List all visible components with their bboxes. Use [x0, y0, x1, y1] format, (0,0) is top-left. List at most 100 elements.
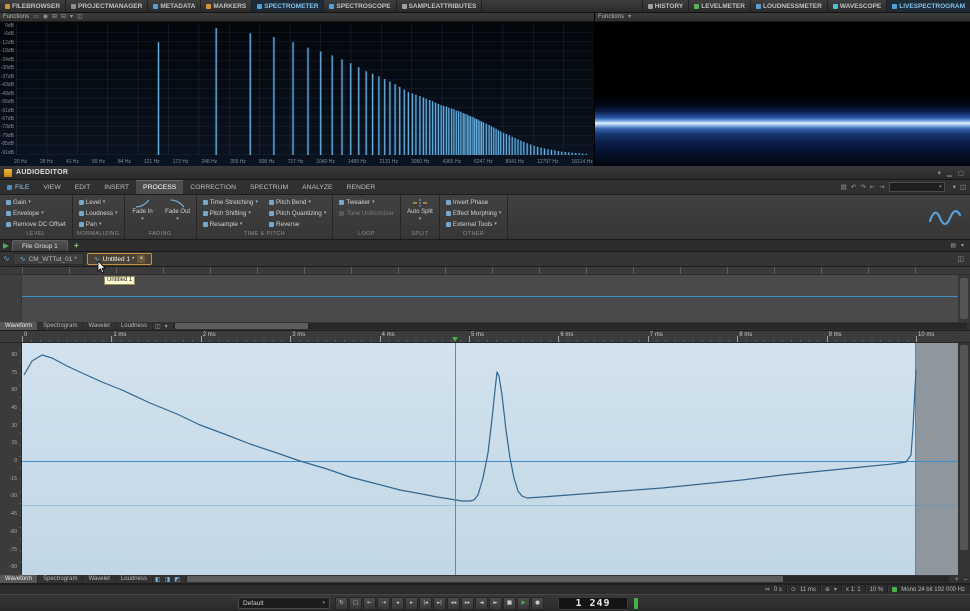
ribbon-button[interactable]: Pitch Bend ▾ [267, 197, 328, 207]
zoom-percent[interactable]: 10 % [870, 587, 884, 593]
view-option-icon[interactable]: ◫ [153, 322, 163, 330]
view-option-icon[interactable]: ▾ [163, 322, 170, 330]
overview-pane[interactable] [0, 267, 970, 322]
auto-split-button[interactable]: Auto Split ▾ [405, 197, 435, 229]
quick-access-icon[interactable]: ← [870, 183, 875, 191]
ribbon-tab[interactable]: EDIT [68, 180, 97, 194]
zoom-button[interactable]: + [952, 575, 961, 583]
zoom-ratio[interactable]: x 1: 1 [846, 587, 861, 593]
view-mode-icon[interactable]: ◧ [153, 575, 163, 583]
tool-tab[interactable]: HISTORY [642, 0, 689, 12]
ribbon-button[interactable]: Time Stretching ▾ [201, 197, 260, 207]
transport-button[interactable]: ▸▸ [461, 597, 474, 610]
file-group-option-icon[interactable]: ▤ [950, 243, 956, 249]
tool-tab[interactable]: METADATA [148, 0, 201, 12]
zoom-menu-icon[interactable]: ▾ [834, 586, 837, 593]
spectrometer-tool-icon[interactable]: ▭ [33, 14, 39, 20]
transport-button[interactable]: ↻ [335, 597, 348, 610]
file-tab[interactable]: ∿ CM_WTTut_01 * [13, 253, 84, 265]
view-mode-icon[interactable]: ◨ [163, 575, 173, 583]
ribbon-tab[interactable]: SPECTRUM [243, 180, 295, 194]
quick-access-icon[interactable]: ↶ [851, 183, 856, 191]
view-tab[interactable]: Waveform [0, 575, 38, 583]
view-tab[interactable]: Spectrogram [38, 322, 83, 330]
ribbon-button[interactable]: Gain ▾ [4, 197, 68, 207]
ribbon-button[interactable]: Invert Phase ▾ [444, 197, 504, 207]
fade-out-button[interactable]: Fade Out ▾ [164, 197, 192, 229]
spectrogram-tool-icon[interactable]: ▾ [628, 14, 631, 20]
transport-button[interactable]: ► [489, 597, 502, 610]
tool-tab[interactable]: SPECTROMETER [252, 0, 324, 12]
add-file-group-button[interactable]: + [71, 240, 82, 251]
ribbon-option-icon[interactable]: ◫ [960, 183, 966, 191]
file-group-option-icon[interactable]: ▾ [961, 243, 964, 249]
view-tab[interactable]: Spectrogram [38, 575, 83, 583]
preset-combo[interactable]: ▾ [889, 182, 945, 192]
transport-button[interactable]: ⇥ [377, 597, 390, 610]
spectrometer-tool-icon[interactable]: ▾ [70, 14, 73, 20]
ribbon-tab[interactable]: RENDER [340, 180, 383, 194]
ribbon-tab[interactable]: FILE [0, 180, 36, 194]
tool-tab[interactable]: FILEBROWSER [0, 0, 66, 12]
transport-button[interactable]: ◂◂ [447, 597, 460, 610]
ribbon-tab[interactable]: PROCESS [136, 180, 183, 194]
spectrometer-tool-icon[interactable]: ⊟ [61, 14, 66, 20]
ribbon-option-icon[interactable]: ▾ [953, 183, 956, 191]
scrollbar-thumb[interactable] [960, 345, 968, 550]
ribbon-tab[interactable]: VIEW [36, 180, 67, 194]
functions-menu[interactable]: Functions [598, 14, 624, 20]
ribbon-tab[interactable]: INSERT [97, 180, 136, 194]
cursor-marker[interactable] [452, 337, 458, 342]
waveform-display[interactable] [22, 343, 958, 575]
view-mode-icon[interactable]: ◩ [172, 575, 182, 583]
vertical-scrollbar[interactable] [958, 343, 970, 575]
transport-button[interactable]: |◂ [419, 597, 432, 610]
ribbon-button[interactable]: Resample ▾ [201, 219, 260, 229]
transport-button[interactable]: ◄ [475, 597, 488, 610]
ribbon-button[interactable]: Level ▾ [77, 197, 120, 207]
quick-access-icon[interactable]: ▤ [841, 183, 847, 191]
spectrometer-tool-icon[interactable]: ⊞ [52, 14, 57, 20]
view-tab[interactable]: Wavelet [83, 322, 115, 330]
close-icon[interactable]: × [137, 255, 145, 263]
selection-length[interactable]: 11 ms [800, 587, 816, 593]
tool-tab[interactable]: MARKERS [201, 0, 252, 12]
ribbon-button[interactable]: External Tools ▾ [444, 219, 504, 229]
view-tab[interactable]: Loudness [116, 322, 153, 330]
horizontal-scrollbar[interactable] [173, 323, 967, 329]
transport-button[interactable]: ⇤ [363, 597, 376, 610]
tab-list-icon[interactable]: ◫ [957, 255, 967, 263]
audio-format[interactable]: Mono 24 bit 192 000 Hz [901, 587, 965, 593]
view-tab[interactable]: Waveform [0, 322, 38, 330]
tool-tab[interactable]: LIVESPECTROGRAM [886, 0, 970, 12]
scrollbar-thumb[interactable] [175, 323, 308, 329]
tool-tab[interactable]: SPECTROSCOPE [324, 0, 396, 12]
ribbon-button[interactable]: Envelope ▾ [4, 208, 68, 218]
horizontal-zoom-scrollbar[interactable] [185, 576, 949, 582]
file-group-tab[interactable]: File Group 1 [12, 240, 68, 251]
ribbon-button[interactable]: Pitch Shifting ▾ [201, 208, 260, 218]
cursor-time[interactable]: 0 s [774, 587, 782, 593]
ribbon-button[interactable]: Effect Morphing ▾ [444, 208, 504, 218]
functions-menu[interactable]: Functions [3, 14, 29, 20]
ribbon-button[interactable]: Pan ▾ [77, 219, 120, 229]
transport-button[interactable]: ▸| [433, 597, 446, 610]
zoom-button[interactable]: − [961, 575, 970, 583]
scrollbar-thumb[interactable] [187, 576, 783, 582]
transport-button[interactable]: ▢ [349, 597, 362, 610]
ribbon-tab[interactable]: CORRECTION [183, 180, 243, 194]
transport-button[interactable]: ● [531, 597, 544, 610]
overview-scrollbar[interactable] [958, 275, 970, 322]
transport-button[interactable]: ▸ [405, 597, 418, 610]
overview-display[interactable] [22, 275, 958, 322]
window-control-icon[interactable]: ▁ [947, 169, 952, 177]
view-tab[interactable]: Wavelet [83, 575, 115, 583]
ribbon-button[interactable]: Pitch Quantizing ▾ [267, 208, 328, 218]
magnify-icon[interactable]: ⊕ [825, 586, 830, 593]
ribbon-button[interactable]: Reverse ▾ [267, 219, 328, 229]
ribbon-button[interactable]: Tone Uniformizer ▾ [337, 208, 396, 218]
view-tab[interactable]: Loudness [116, 575, 153, 583]
transport-button[interactable]: ◂ [391, 597, 404, 610]
ribbon-button[interactable]: Tweaker ▾ [337, 197, 396, 207]
window-control-icon[interactable]: ▢ [958, 169, 964, 177]
